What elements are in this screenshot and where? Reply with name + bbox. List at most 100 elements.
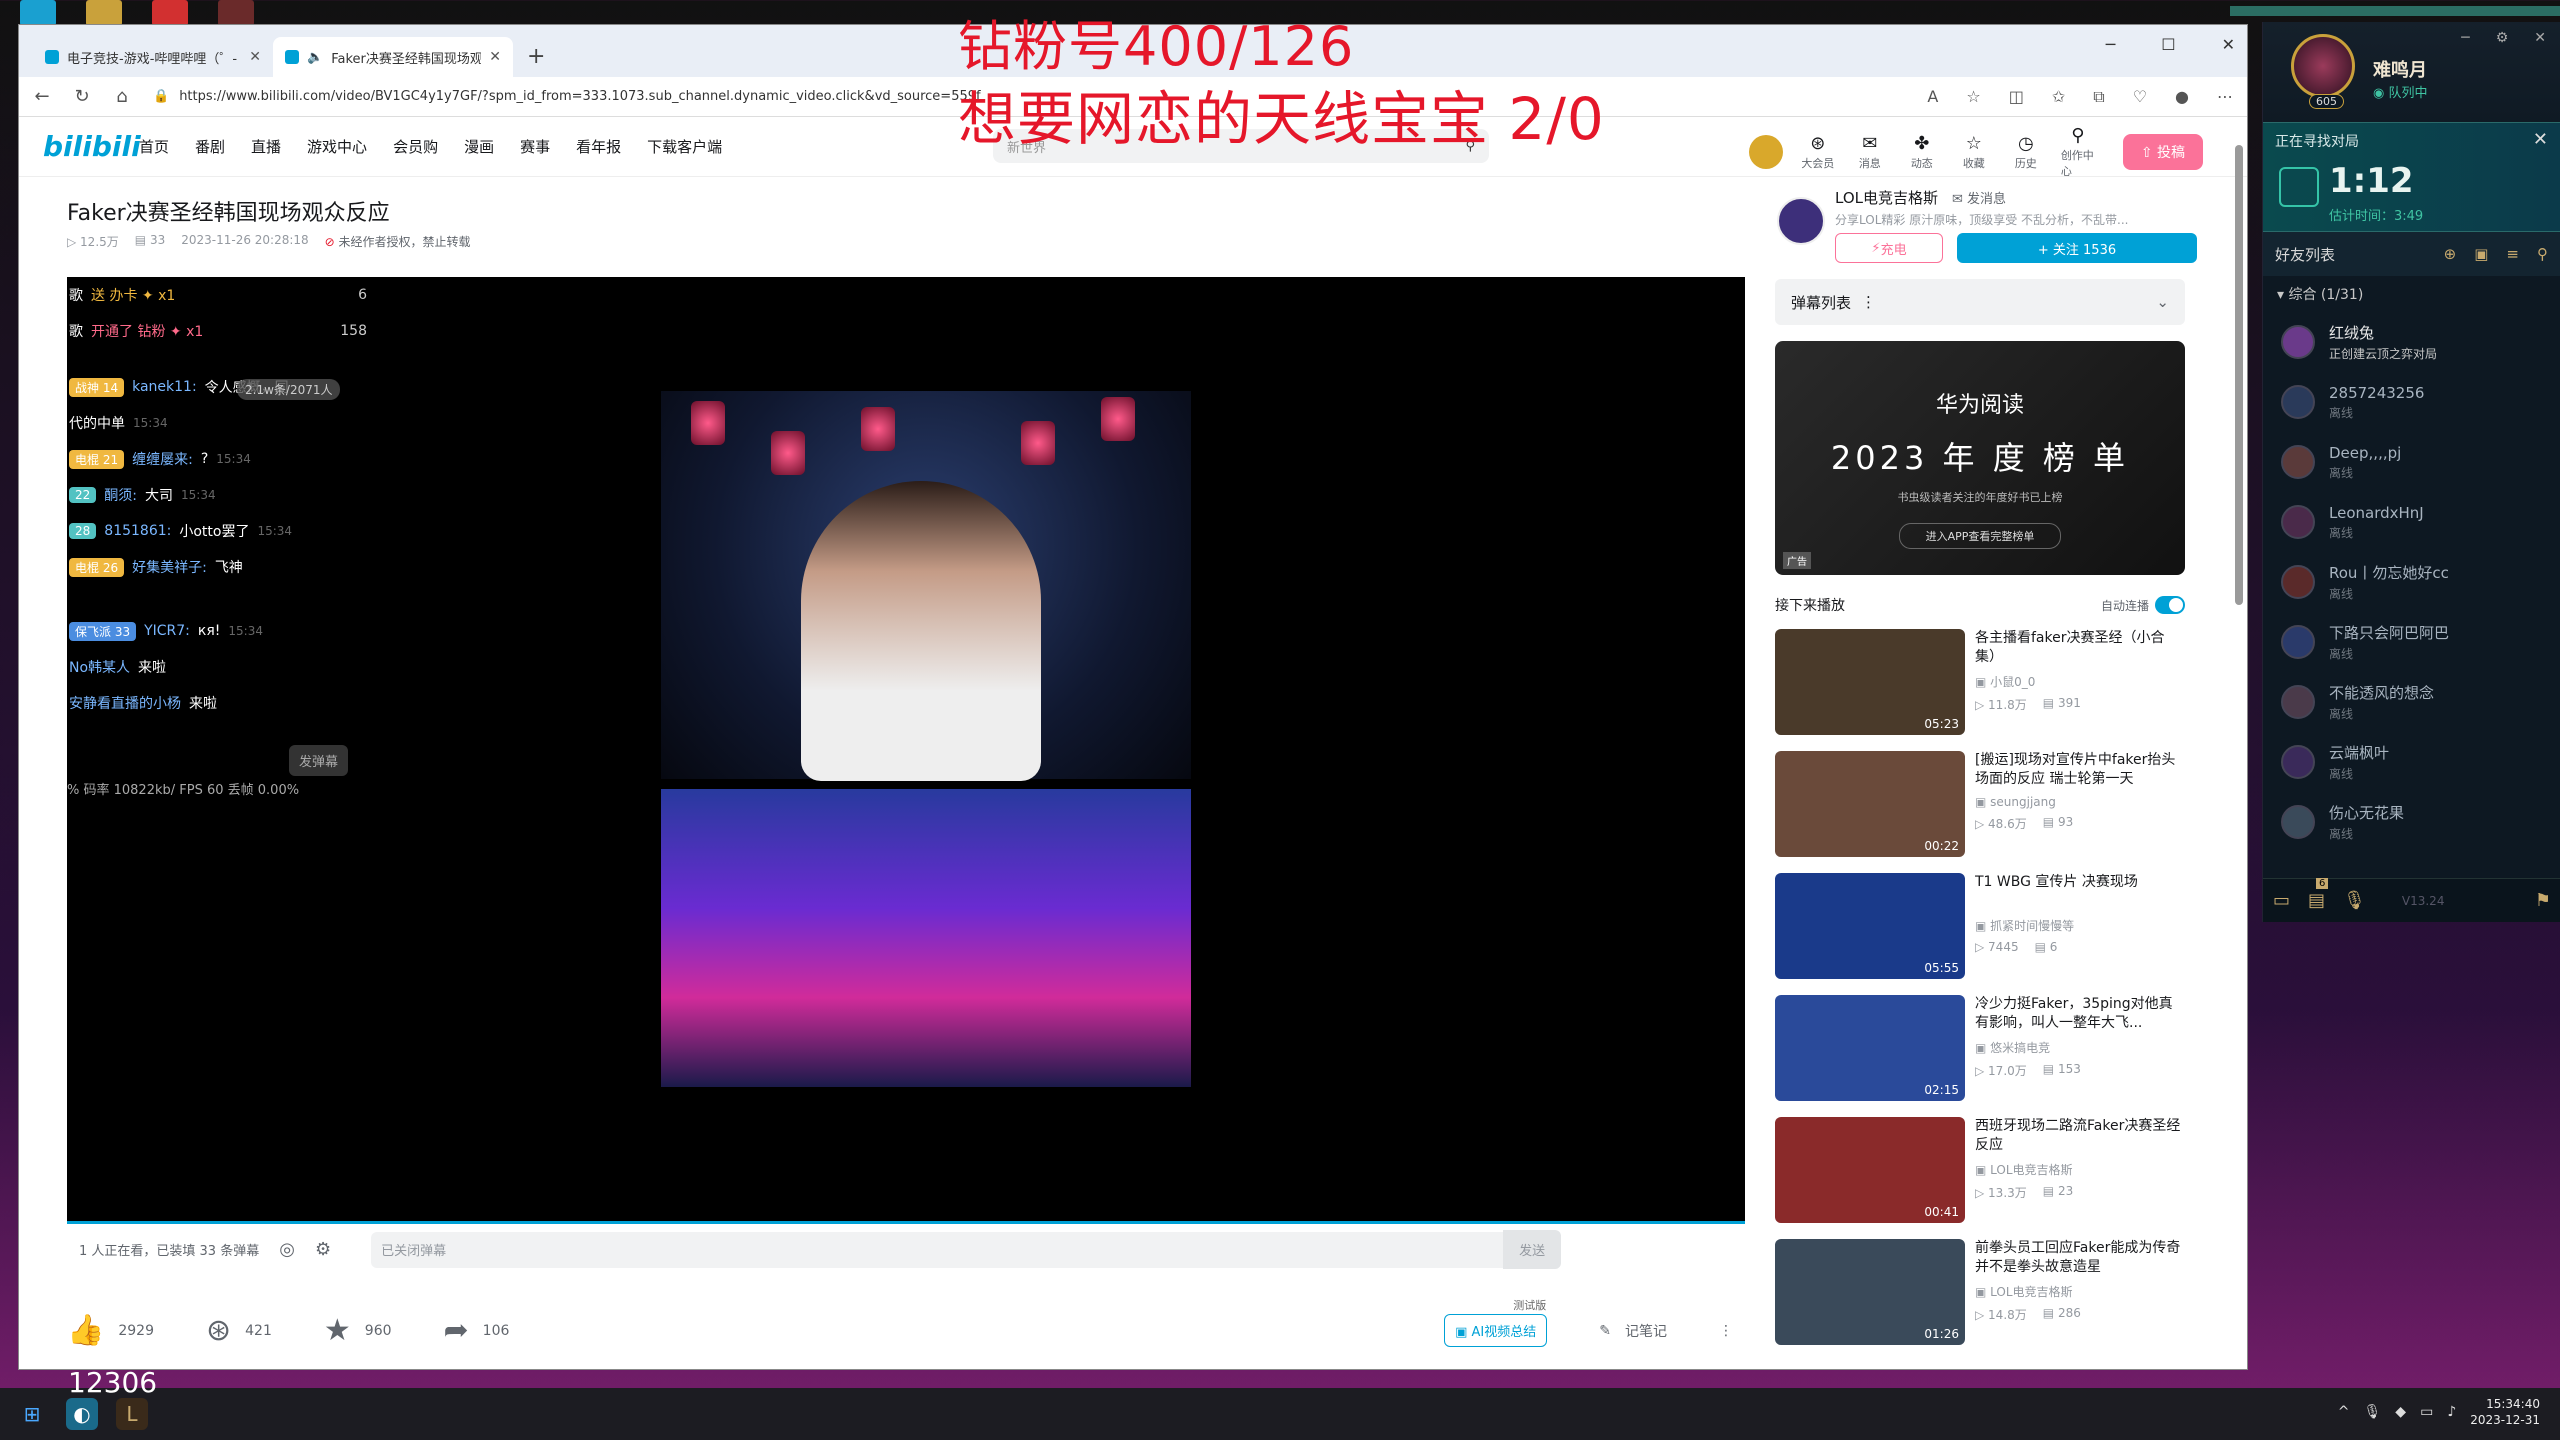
mic-icon[interactable]: 🎙: [2343, 890, 2366, 911]
close-icon[interactable]: ✕: [489, 49, 501, 65]
upload-button[interactable]: ⇧ 投稿: [2122, 134, 2203, 170]
nav-live[interactable]: 直播: [251, 136, 281, 157]
ad-banner[interactable]: 华为阅读 2023 年 度 榜 单 书虫级读者关注的年度好书已上榜 进入APP查…: [1775, 341, 2185, 575]
danmaku-send-button[interactable]: 发送: [1503, 1230, 1562, 1269]
ad-cta-button[interactable]: 进入APP查看完整榜单: [1898, 523, 2062, 549]
url-field[interactable]: 🔒 https://www.bilibili.com/video/BV1GC4y…: [153, 89, 1053, 104]
minimize-icon[interactable]: ─: [2106, 35, 2116, 54]
refresh-icon[interactable]: ↻: [73, 86, 91, 107]
scrollbar-thumb[interactable]: [2235, 145, 2243, 605]
close-icon[interactable]: ✕: [249, 49, 261, 65]
favorites-button[interactable]: ☆ 收藏: [1957, 133, 1991, 171]
home-icon[interactable]: ⌂: [113, 86, 131, 107]
favorites-icon[interactable]: ✩: [2052, 87, 2065, 107]
video-player[interactable]: 歌送 办卡 ✦ x1 6 歌开通了 钻粉 ✦ x1 158 战神 14 kanek11…: [67, 277, 1745, 1221]
read-aloud-icon[interactable]: A: [1927, 87, 1938, 107]
profile-icon[interactable]: ●: [2175, 87, 2189, 107]
nav-manga[interactable]: 漫画: [464, 136, 494, 157]
vip-button[interactable]: ⊛ 大会员: [1801, 133, 1835, 171]
chevron-down-icon[interactable]: ⌄: [2156, 293, 2169, 311]
minimize-icon[interactable]: ─: [2461, 30, 2469, 46]
coin-button[interactable]: ⊛ 421: [206, 1313, 272, 1348]
recommend-item[interactable]: 01:26 前拳头员工回应Faker能成为传奇并不是拳头故意造星 ▣ LOL电竞吉…: [1775, 1239, 2195, 1361]
history-button[interactable]: ◷ 历史: [2009, 133, 2043, 171]
share-button[interactable]: ➦ 106: [444, 1313, 510, 1348]
bilibili-logo[interactable]: bilibili: [43, 130, 141, 163]
send-danmu-button[interactable]: 发弹幕: [289, 745, 349, 776]
search-icon[interactable]: ⚲: [2537, 245, 2548, 263]
video-thumbnail[interactable]: 05:23: [1775, 629, 1965, 735]
nav-mall[interactable]: 会员购: [393, 136, 438, 157]
ai-summary-button[interactable]: 测试版 ▣ AI视频总结: [1444, 1299, 1548, 1347]
more-icon[interactable]: ⋮: [1719, 1323, 1733, 1339]
video-thumbnail[interactable]: 00:22: [1775, 751, 1965, 857]
volume-icon[interactable]: ♪: [2447, 1404, 2456, 1420]
recommend-item[interactable]: 02:15 冷少力挺Faker，35ping对他真有影响，叫人一整年大飞... ▣…: [1775, 995, 2195, 1117]
video-thumbnail[interactable]: 00:41: [1775, 1117, 1965, 1223]
favorite-button[interactable]: ★ 960: [324, 1313, 392, 1348]
add-friend-icon[interactable]: ⊕: [2444, 245, 2457, 263]
gear-icon[interactable]: ⚙: [2496, 30, 2509, 46]
creator-center-button[interactable]: ⚲ 创作中心: [2061, 125, 2095, 179]
list-icon[interactable]: ≡: [2506, 245, 2519, 263]
nav-download-client[interactable]: 下载客户端: [647, 136, 722, 157]
chat-icon[interactable]: ▭: [2273, 890, 2290, 911]
windows-start-icon[interactable]: ⊞: [16, 1398, 48, 1430]
tab-video[interactable]: 🔈 Faker决赛圣经韩国现场观众反应 ✕: [273, 37, 513, 77]
friend-item[interactable]: 红绒兔 正创建云顶之弈对局: [2263, 312, 2560, 372]
more-icon[interactable]: ⋮: [1861, 293, 1876, 311]
folder-icon[interactable]: ▣: [2474, 245, 2488, 263]
friend-item[interactable]: 不能透风的想念 离线: [2263, 672, 2560, 732]
help-icon[interactable]: ⚑: [2535, 890, 2551, 911]
page-scrollbar[interactable]: [2235, 141, 2243, 1365]
message-link[interactable]: ✉ 发消息: [1952, 192, 2006, 207]
friend-item[interactable]: LeonardxHnJ 离线: [2263, 492, 2560, 552]
dynamics-button[interactable]: ✤ 动态: [1905, 133, 1939, 171]
close-icon[interactable]: ✕: [2534, 30, 2546, 46]
user-avatar[interactable]: [1748, 135, 1783, 169]
messages-button[interactable]: ✉ 消息: [1853, 133, 1887, 171]
friend-item[interactable]: Deep,,,,pj 离线: [2263, 432, 2560, 492]
video-thumbnail[interactable]: 05:55: [1775, 873, 1965, 979]
nav-game-center[interactable]: 游戏中心: [307, 136, 367, 157]
desktop-app-icon[interactable]: [152, 0, 188, 26]
mic-icon[interactable]: 🎙: [2364, 1404, 2382, 1420]
cancel-queue-icon[interactable]: ✕: [2533, 129, 2548, 150]
app-tray-icon[interactable]: ◆: [2395, 1404, 2406, 1420]
lol-client-icon[interactable]: L: [116, 1398, 148, 1430]
nav-annual-report[interactable]: 看年报: [576, 136, 621, 157]
friend-item[interactable]: 下路只会阿巴阿巴 离线: [2263, 612, 2560, 672]
tab-esports[interactable]: 电子竞技-游戏-哔哩哔哩（゜-゜）つ ✕: [33, 37, 273, 77]
charge-button[interactable]: ⚡ 充电: [1835, 233, 1943, 263]
network-icon[interactable]: ▭: [2420, 1404, 2433, 1420]
desktop-app-icon[interactable]: [86, 0, 122, 26]
video-thumbnail[interactable]: 02:15: [1775, 995, 1965, 1101]
recommend-item[interactable]: 00:22 [搬运]现场对宣传片中faker抬头场面的反应 瑞士轮第一天 ▣ se…: [1775, 751, 2195, 873]
more-icon[interactable]: ⋯: [2217, 87, 2233, 107]
maximize-icon[interactable]: ☐: [2161, 35, 2175, 54]
desktop-app-icon[interactable]: [20, 0, 56, 26]
nav-home[interactable]: 首页: [139, 136, 169, 157]
recommend-item[interactable]: 00:41 西班牙现场二路流Faker决赛圣经 反应 ▣ LOL电竞吉格斯 ▷ 13…: [1775, 1117, 2195, 1239]
split-icon[interactable]: ◫: [2009, 87, 2024, 107]
star-icon[interactable]: ☆: [1966, 87, 1980, 107]
friend-group[interactable]: ▾ 综合 (1/31): [2263, 276, 2560, 312]
danmaku-toggle-icon[interactable]: ◎: [279, 1239, 295, 1260]
collections-icon[interactable]: ⧉: [2093, 87, 2104, 107]
clock[interactable]: 15:34:40 2023-12-31: [2470, 1396, 2540, 1428]
close-window-icon[interactable]: ✕: [2222, 35, 2235, 54]
friend-item[interactable]: 云端枫叶 离线: [2263, 732, 2560, 792]
friend-item[interactable]: Rou丨勿忘她好cc 离线: [2263, 552, 2560, 612]
edge-browser-icon[interactable]: ◐: [66, 1398, 98, 1430]
chevron-up-icon[interactable]: ^: [2338, 1404, 2350, 1420]
speaker-icon[interactable]: 🔈: [307, 50, 323, 65]
desktop-app-icon[interactable]: [218, 0, 254, 26]
new-tab-button[interactable]: +: [513, 44, 559, 77]
mail-icon[interactable]: ▤ 6: [2308, 878, 2329, 911]
extension-icon[interactable]: ♡: [2133, 87, 2147, 107]
recommend-item[interactable]: 05:23 各主播看faker决赛圣经（小合集） ▣ 小鼠0_0 ▷ 11.8万 ▤ …: [1775, 629, 2195, 751]
video-thumbnail[interactable]: 01:26: [1775, 1239, 1965, 1345]
follow-button[interactable]: + 关注 1536: [1957, 233, 2197, 263]
like-button[interactable]: 👍 2929: [67, 1313, 154, 1348]
uploader-name[interactable]: LOL电竞吉格斯 ✉ 发消息: [1835, 187, 2006, 208]
